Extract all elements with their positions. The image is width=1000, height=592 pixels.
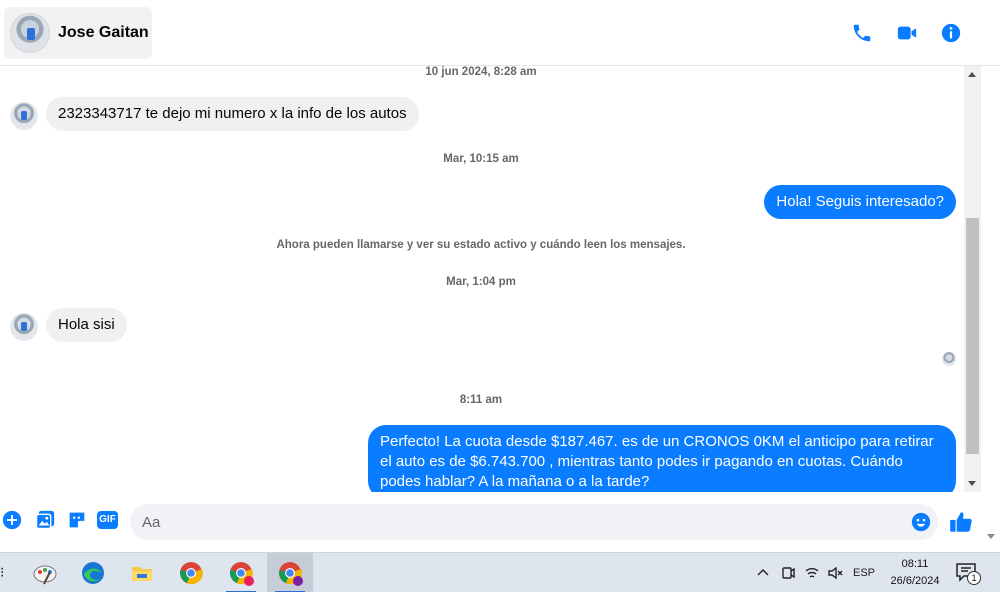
show-hidden-icons-chevron-icon[interactable] <box>754 553 772 592</box>
read-receipt-avatar <box>942 352 956 366</box>
message-composer: GIF <box>0 496 1000 548</box>
notification-center-icon[interactable]: 1 <box>955 561 981 585</box>
chrome-icon[interactable] <box>168 553 214 592</box>
video-call-icon[interactable] <box>896 22 918 44</box>
incoming-message[interactable]: 2323343717 te dejo mi numero x la info d… <box>46 97 419 131</box>
system-notice: Ahora pueden llamarse y ver su estado ac… <box>276 239 686 251</box>
chrome-profile-icon[interactable] <box>218 553 264 592</box>
scroll-down-arrow-icon[interactable] <box>964 475 981 492</box>
scroll-up-arrow-icon[interactable] <box>964 66 981 83</box>
info-icon[interactable] <box>940 22 962 44</box>
incoming-message[interactable]: Hola sisi <box>46 308 127 342</box>
chat-scrollbar[interactable] <box>964 66 981 492</box>
message-list: 10 jun 2024, 8:28 am 2323343717 te dejo … <box>0 66 962 492</box>
resize-down-arrow-icon <box>987 534 995 539</box>
clock-date: 26/6/2024 <box>890 575 940 587</box>
messenger-window: Jose Gaitan 10 jun 2024, 8:28 am 2323343… <box>0 0 1000 592</box>
message-input[interactable] <box>130 504 938 540</box>
input-language-indicator[interactable]: ESP <box>851 553 877 592</box>
emoji-icon[interactable] <box>910 511 932 533</box>
sticker-icon[interactable] <box>66 509 88 531</box>
timestamp: 8:11 am <box>459 394 503 406</box>
chrome-profile-2-icon[interactable] <box>267 553 313 592</box>
gallery-icon[interactable] <box>34 509 56 531</box>
timestamp: Mar, 10:15 am <box>443 153 519 165</box>
outgoing-message[interactable]: Hola! Seguis interesado? <box>764 185 956 219</box>
wifi-icon[interactable] <box>803 553 821 592</box>
timestamp: 10 jun 2024, 8:28 am <box>425 66 537 78</box>
contact-avatar <box>10 13 50 53</box>
meet-now-icon[interactable] <box>779 553 797 592</box>
conversation-header: Jose Gaitan <box>0 0 1000 66</box>
contact-profile-button[interactable]: Jose Gaitan <box>4 7 152 59</box>
system-clock[interactable]: 08:11 26/6/2024 <box>880 556 950 590</box>
edge-browser-icon[interactable] <box>70 553 116 592</box>
outgoing-message[interactable]: Perfecto! La cuota desde $187.467. es de… <box>368 425 956 492</box>
sender-avatar <box>10 102 38 130</box>
taskbar-edge-handle: ⁝ <box>0 564 5 580</box>
gif-button[interactable]: GIF <box>97 511 118 529</box>
paint-app-icon[interactable] <box>22 553 68 592</box>
notification-count-badge: 1 <box>967 571 981 585</box>
timestamp: Mar, 1:04 pm <box>446 276 516 288</box>
plus-circle-icon[interactable] <box>1 509 23 531</box>
sender-avatar <box>10 313 38 341</box>
clock-time: 08:11 <box>901 558 929 570</box>
contact-name: Jose Gaitan <box>58 24 149 41</box>
phone-icon[interactable] <box>851 22 873 44</box>
volume-muted-icon[interactable] <box>826 553 844 592</box>
windows-taskbar: ⁝ ESP 08:11 26/6/2024 1 <box>0 552 1000 592</box>
thumbs-up-icon[interactable] <box>948 509 974 535</box>
file-explorer-icon[interactable] <box>119 553 165 592</box>
scrollbar-thumb[interactable] <box>966 218 979 454</box>
